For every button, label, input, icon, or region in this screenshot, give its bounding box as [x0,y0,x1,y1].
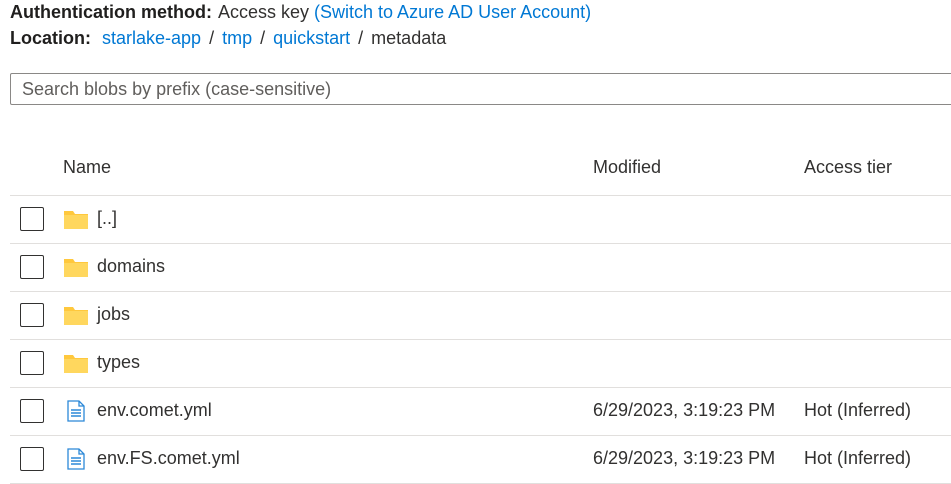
breadcrumb-tmp[interactable]: tmp [222,28,252,48]
folder-icon [64,211,88,229]
blob-name[interactable]: domains [97,256,165,277]
folder-icon [64,307,88,325]
row-checkbox[interactable] [20,447,44,471]
auth-method-label: Authentication method: [10,2,212,22]
row-checkbox[interactable] [20,399,44,423]
column-header-modified[interactable]: Modified [593,157,661,178]
table-row[interactable]: domains [10,244,951,292]
breadcrumb-separator: / [209,28,215,48]
row-checkbox[interactable] [20,351,44,375]
blob-modified: 6/29/2023, 3:19:23 PM [593,448,776,468]
blob-modified: 6/29/2023, 3:19:23 PM [593,400,776,420]
table-row[interactable]: env.comet.yml 6/29/2023, 3:19:23 PM Hot … [10,388,951,436]
switch-auth-link[interactable]: (Switch to Azure AD User Account) [314,2,591,22]
breadcrumb-quickstart[interactable]: quickstart [273,28,350,48]
column-header-access-tier[interactable]: Access tier [804,157,892,178]
blob-access-tier: Hot (Inferred) [804,448,912,468]
blob-name[interactable]: env.FS.comet.yml [97,448,240,469]
location-label: Location: [10,28,91,48]
row-checkbox[interactable] [20,255,44,279]
file-icon [67,448,85,470]
blob-list-table: Name Modified Access tier [..] domains j… [10,145,951,484]
table-row[interactable]: types [10,340,951,388]
blob-search-box [10,73,951,105]
folder-icon [64,259,88,277]
file-icon [67,400,85,422]
table-row[interactable]: jobs [10,292,951,340]
breadcrumb-separator: / [260,28,266,48]
blob-name[interactable]: types [97,352,140,373]
row-checkbox[interactable] [20,303,44,327]
location-line: Location: starlake-app / tmp / quickstart / me… [10,27,446,49]
breadcrumb-starlake-app[interactable]: starlake-app [102,28,201,48]
folder-icon [64,355,88,373]
auth-method-line: Authentication method: Access key (Switch… [10,1,591,23]
blob-name[interactable]: [..] [97,208,117,229]
row-checkbox[interactable] [20,207,44,231]
table-row[interactable]: env.FS.comet.yml 6/29/2023, 3:19:23 PM H… [10,436,951,484]
blob-name[interactable]: env.comet.yml [97,400,212,421]
auth-method-value: Access key [217,2,310,22]
breadcrumb-current-metadata: metadata [371,28,447,48]
blob-access-tier: Hot (Inferred) [804,400,912,420]
table-row[interactable]: [..] [10,196,951,244]
breadcrumb-separator: / [358,28,364,48]
blob-search-input[interactable] [11,74,951,104]
table-header: Name Modified Access tier [10,145,951,196]
column-header-name[interactable]: Name [63,157,111,178]
blob-name[interactable]: jobs [97,304,130,325]
